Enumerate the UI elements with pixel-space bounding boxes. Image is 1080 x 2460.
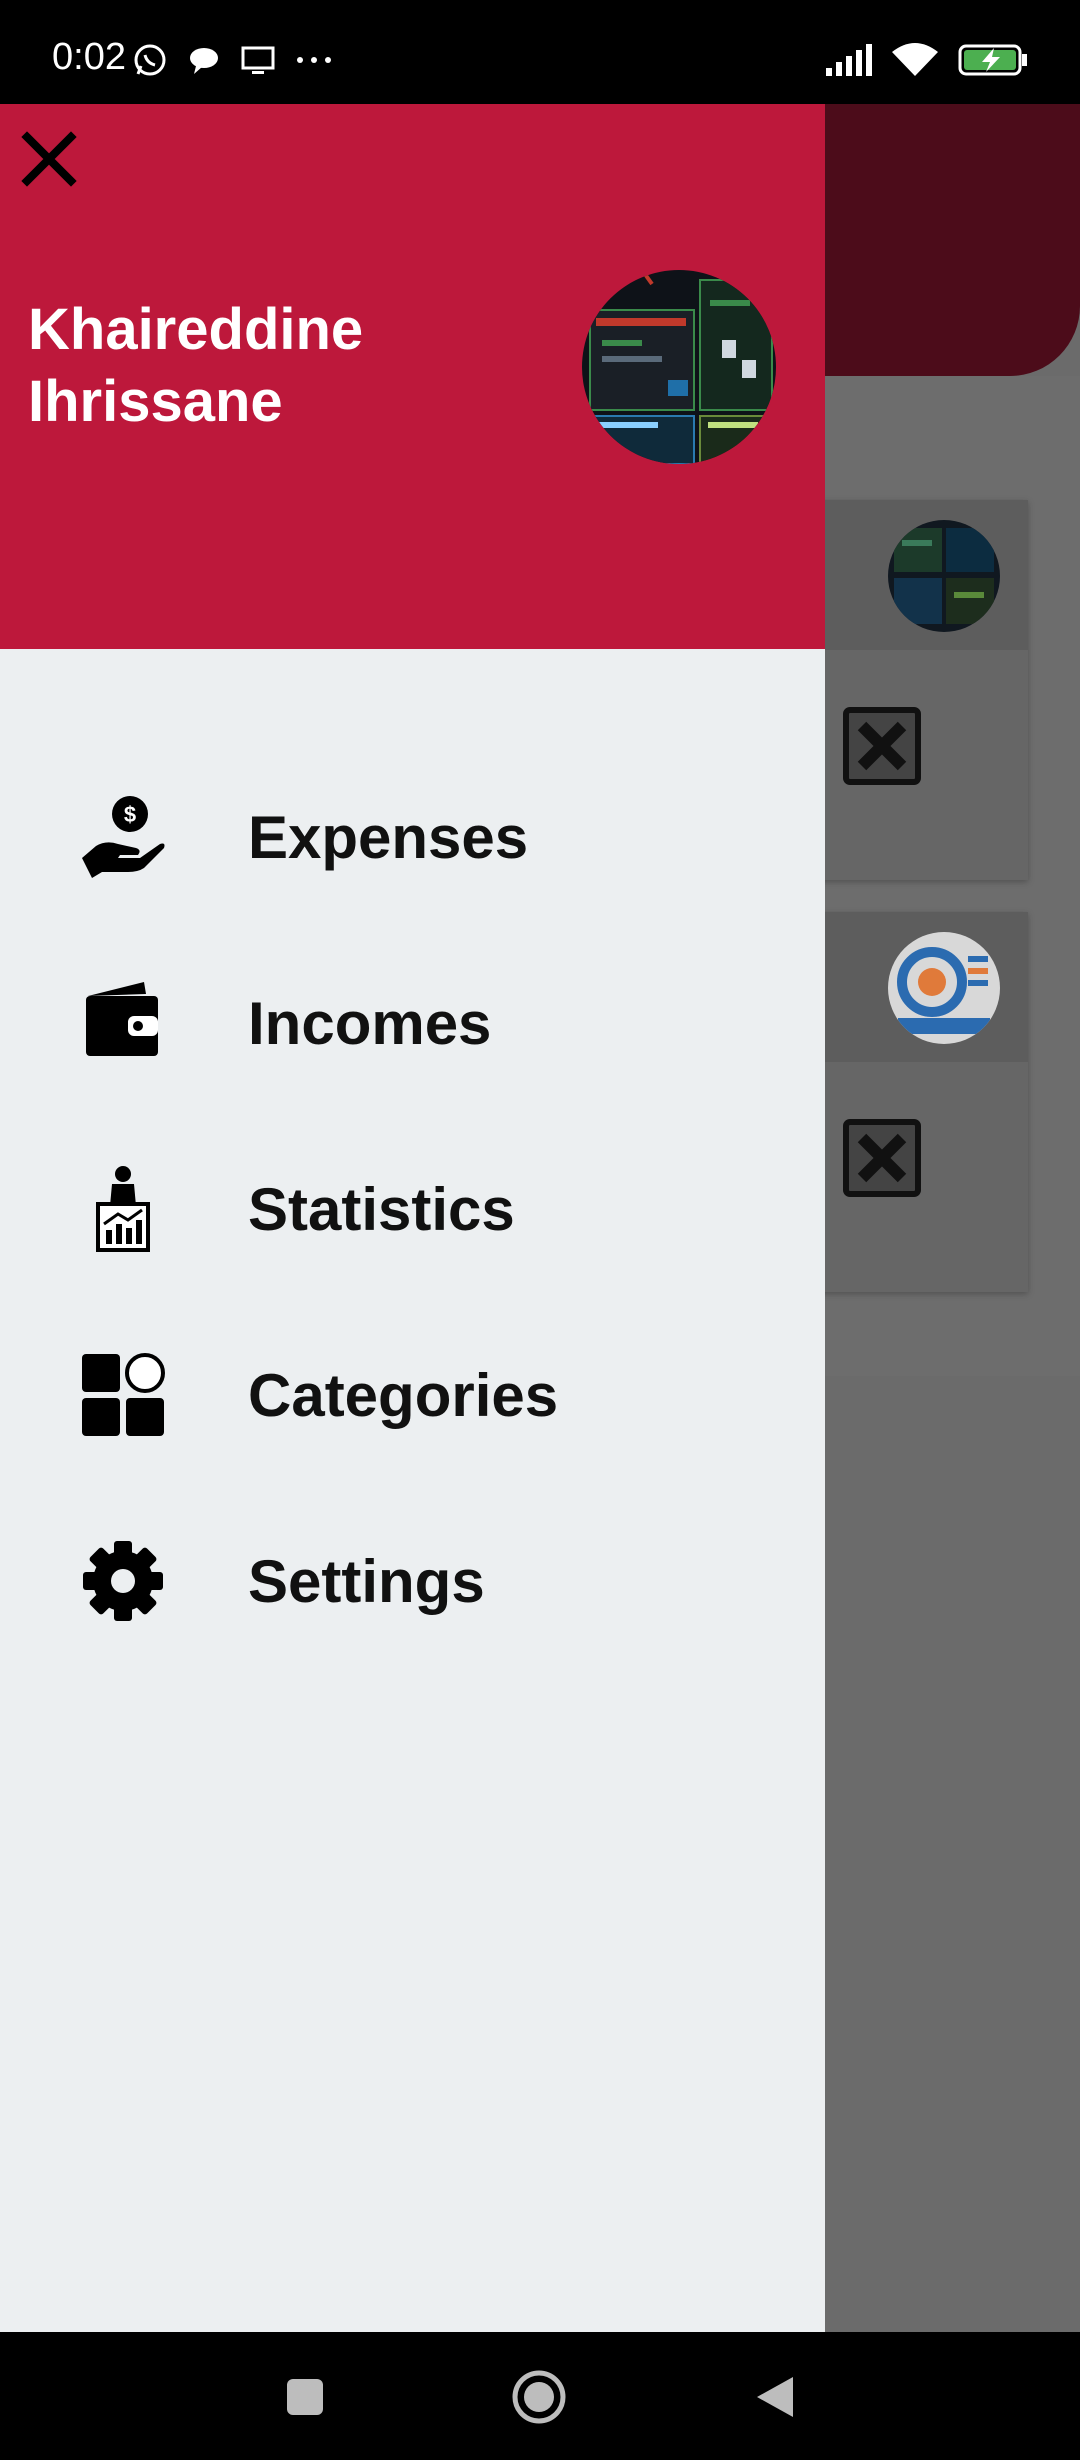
card-thumbnail (888, 932, 1000, 1044)
user-name: Khaireddine Ihrissane (28, 297, 364, 434)
hand-dollar-icon: $ (78, 792, 168, 882)
menu-item-label: Expenses (248, 803, 529, 871)
drawer-menu: $ Expenses Incomes Statistics Categories… (0, 744, 825, 1674)
status-bar: 0:02 (0, 0, 1080, 104)
svg-text:$: $ (124, 802, 136, 827)
system-nav-bar (0, 2332, 1080, 2460)
card-thumbnail (888, 520, 1000, 632)
back-icon (757, 2377, 793, 2417)
status-icons-right (824, 40, 1028, 80)
signal-icon (826, 44, 872, 76)
screen-icon (241, 46, 275, 74)
back-button[interactable] (740, 2362, 810, 2432)
gear-icon (78, 1536, 168, 1626)
wifi-icon (892, 43, 938, 76)
chat-bubble-icon (190, 48, 218, 74)
drawer-header: Khaireddine Ihrissane (0, 104, 825, 649)
broken-image-icon (843, 1119, 921, 1197)
wallet-icon (78, 978, 168, 1068)
menu-item-label: Categories (248, 1361, 559, 1429)
menu-item-label: Incomes (248, 989, 492, 1057)
menu-item-categories[interactable]: Categories (0, 1302, 825, 1488)
statistics-icon (78, 1164, 168, 1254)
more-dots-icon (297, 57, 331, 63)
status-icons-left (132, 40, 334, 80)
navigation-drawer: Khaireddine Ihrissane $ Expenses Incomes… (0, 104, 825, 2332)
avatar[interactable] (582, 270, 776, 464)
home-icon (512, 2370, 566, 2424)
menu-item-settings[interactable]: Settings (0, 1488, 825, 1674)
close-icon (21, 131, 77, 187)
menu-item-label: Statistics (248, 1175, 515, 1243)
menu-item-label: Settings (248, 1547, 485, 1615)
menu-item-expenses[interactable]: $ Expenses (0, 744, 825, 930)
close-drawer-button[interactable] (14, 124, 84, 194)
menu-item-statistics[interactable]: Statistics (0, 1116, 825, 1302)
menu-item-incomes[interactable]: Incomes (0, 930, 825, 1116)
battery-charging-icon (958, 44, 1027, 76)
categories-icon (78, 1350, 168, 1440)
broken-image-icon (843, 707, 921, 785)
recents-icon (287, 2379, 323, 2415)
whatsapp-icon (134, 44, 166, 76)
recents-button[interactable] (270, 2362, 340, 2432)
status-time: 0:02 (52, 36, 126, 78)
home-button[interactable] (504, 2362, 574, 2432)
